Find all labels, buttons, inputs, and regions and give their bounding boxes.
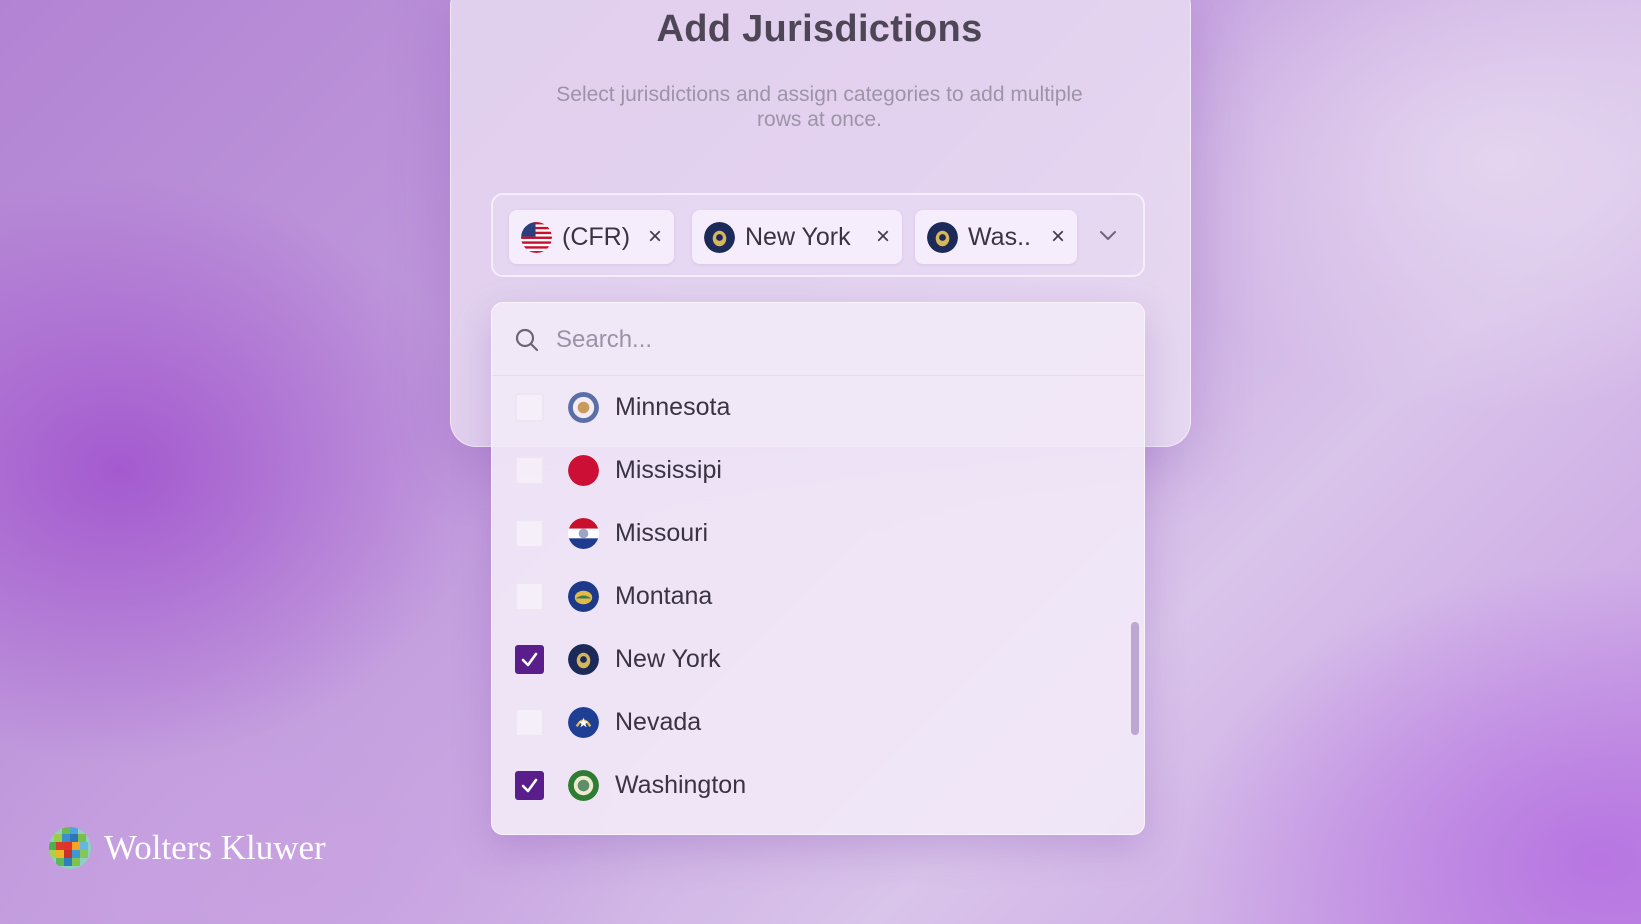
option-label: Nevada	[615, 708, 702, 736]
missouri-flag-icon	[568, 518, 599, 549]
checkbox[interactable]	[515, 582, 544, 611]
dialog-title: Add Jurisdictions	[656, 8, 983, 50]
scrollbar-thumb[interactable]	[1131, 622, 1139, 735]
chevron-down-icon[interactable]	[1095, 222, 1121, 248]
option-label: Missouri	[615, 519, 709, 547]
search-input[interactable]	[554, 321, 1118, 359]
check-icon	[521, 778, 538, 793]
option-label: Montana	[615, 582, 713, 610]
wolters-kluwer-logo: Wolters Kluwer	[48, 826, 326, 870]
checkbox[interactable]	[515, 708, 544, 737]
mississippi-flag-icon	[568, 455, 599, 486]
nevada-flag-icon	[568, 707, 599, 738]
option-washington[interactable]: Washington	[492, 754, 1112, 817]
dialog-subtitle: Select jurisdictions and assign categori…	[556, 83, 1083, 131]
search-row	[492, 303, 1144, 376]
option-new-york[interactable]: New York	[492, 628, 1112, 691]
new-york-seal-icon	[704, 221, 735, 253]
checkbox[interactable]	[515, 519, 544, 548]
montana-flag-icon	[568, 581, 599, 612]
jurisdiction-dropdown: Minnesota Mississipi Missouri	[491, 302, 1145, 835]
chip-new-york: New York ×	[692, 210, 902, 264]
minnesota-flag-icon	[568, 392, 599, 423]
chip-washington: Was.. ×	[915, 210, 1077, 264]
new-york-flag-icon	[568, 644, 599, 675]
option-label: Minnesota	[615, 393, 731, 421]
option-missouri[interactable]: Missouri	[492, 502, 1112, 565]
option-label: Mississipi	[615, 456, 722, 484]
checkbox[interactable]	[515, 393, 544, 422]
remove-chip-button[interactable]: ×	[648, 223, 662, 251]
jurisdiction-multiselect[interactable]: (CFR) × New York × Was.. ×	[491, 193, 1145, 277]
checkbox[interactable]	[515, 456, 544, 485]
chip-cfr: (CFR) ×	[509, 210, 674, 264]
chip-label: (CFR)	[562, 222, 631, 251]
remove-chip-button[interactable]: ×	[876, 223, 890, 251]
remove-chip-button[interactable]: ×	[1051, 223, 1065, 251]
washington-seal-icon	[927, 221, 958, 253]
chip-label: Was..	[968, 222, 1031, 251]
option-nevada[interactable]: Nevada	[492, 691, 1112, 754]
option-montana[interactable]: Montana	[492, 565, 1112, 628]
option-label: New York	[615, 645, 721, 673]
option-label: Washington	[615, 771, 747, 799]
search-icon	[515, 328, 539, 352]
brand-name: Wolters Kluwer	[104, 828, 326, 867]
check-icon	[521, 652, 538, 667]
checkbox[interactable]	[515, 771, 544, 800]
checkbox[interactable]	[515, 645, 544, 674]
us-flag-icon	[521, 221, 552, 253]
option-mississipi[interactable]: Mississipi	[492, 439, 1112, 502]
washington-flag-icon	[568, 770, 599, 801]
wolters-kluwer-logo-icon	[49, 827, 91, 869]
chip-label: New York	[745, 222, 851, 251]
option-minnesota[interactable]: Minnesota	[492, 376, 1112, 439]
